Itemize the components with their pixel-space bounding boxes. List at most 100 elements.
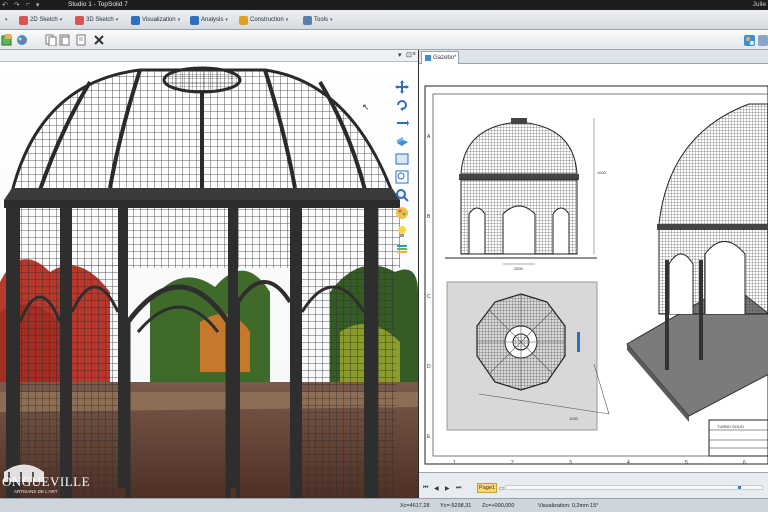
sketch-quick-icon[interactable]: ⌐ xyxy=(26,1,30,9)
drawing-canvas xyxy=(424,85,768,465)
row-label-e: E xyxy=(427,434,431,440)
delete-icon[interactable] xyxy=(92,33,106,47)
add-page-icon[interactable]: ▭ xyxy=(499,485,505,492)
column-label-1: 1 xyxy=(453,460,456,466)
3d-viewport[interactable]: ONGUEVILLE ARTISANS DE L'ART ↖ xyxy=(0,62,418,498)
view-pane-header: ▾ ⊡ × xyxy=(0,50,418,62)
layers-icon[interactable] xyxy=(394,242,410,256)
sketch-2d-icon xyxy=(19,15,28,25)
main-toolbar xyxy=(0,30,768,50)
quick-access-toolbar: ↶ ↷ ⌐ ▾ xyxy=(2,1,39,9)
chevron-down-icon: ▾ xyxy=(285,17,289,23)
chevron-down-icon: ▾ xyxy=(5,17,8,23)
menu-visualization[interactable]: Visualization ▾ xyxy=(128,14,183,26)
scrollbar-thumb[interactable] xyxy=(738,486,741,489)
move-axis-icon[interactable] xyxy=(394,116,410,130)
tools-icon xyxy=(303,15,312,25)
coord-z: Zc=+000,000 xyxy=(482,503,515,509)
menu-label: 3D Sketch xyxy=(86,17,114,23)
drawing-pane: Gazebo* 1000 2500 1000 TURBO SOLID A B C… xyxy=(419,50,768,498)
zoom-window-icon[interactable] xyxy=(394,170,410,184)
pane-pin-icon[interactable]: ⊡ xyxy=(406,51,412,59)
next-page-icon[interactable]: ▶ xyxy=(445,485,450,492)
tab-label: Gazebo* xyxy=(433,55,457,61)
row-label-d: D xyxy=(427,364,431,370)
ribbon-menu-bar: ▾ 2D Sketch ▾ 3D Sketch ▾ Visualization … xyxy=(0,10,768,30)
chevron-down-icon: ▾ xyxy=(330,17,333,23)
dimension-width: 2500 xyxy=(514,266,523,271)
last-page-icon[interactable]: ⏭ xyxy=(456,485,461,492)
dropdown-icon[interactable]: ▾ xyxy=(36,1,40,9)
menu-3d-sketch[interactable]: 3D Sketch ▾ xyxy=(72,14,121,26)
undo-icon[interactable]: ↶ xyxy=(2,1,8,9)
menu-label: Construction xyxy=(250,17,284,23)
menu-label: Tools xyxy=(314,17,329,23)
page-tab[interactable]: Page1 xyxy=(477,483,497,493)
status-bar: Xc=4617,28 Yc=-5298,31 Zc=+000,000 Visua… xyxy=(0,498,768,512)
copy-icon[interactable] xyxy=(44,33,58,47)
column-label-4: 4 xyxy=(627,460,630,466)
column-label-6: 6 xyxy=(743,460,746,466)
view-tools xyxy=(392,80,412,256)
document-tabs: Gazebo* xyxy=(419,50,768,64)
page-navigation: ⏮ ◀ ▶ ⏭ Page1 ▭ xyxy=(419,472,768,498)
pane-close-icon[interactable]: × xyxy=(412,51,416,58)
view-3d-icon[interactable] xyxy=(394,134,410,148)
mouse-cursor: ↖ xyxy=(362,102,370,112)
row-label-b: B xyxy=(427,214,431,220)
lighting-icon[interactable] xyxy=(394,224,410,238)
row-label-a: A xyxy=(427,134,431,140)
chevron-down-icon: ▾ xyxy=(59,17,63,23)
window-title: Studio 1 - TopSolid 7 xyxy=(68,1,128,8)
column-label-2: 2 xyxy=(511,460,514,466)
drawing-sheet[interactable]: 1000 2500 1000 TURBO SOLID A B C D E 1 2… xyxy=(419,64,768,472)
menu-analysis[interactable]: Analysis ▾ xyxy=(187,14,231,26)
dimension-plan: 1000 xyxy=(569,416,578,421)
construction-icon xyxy=(239,15,248,25)
menu-label: Visualization xyxy=(142,17,176,23)
render-palette-icon[interactable] xyxy=(394,206,410,220)
chevron-down-icon: ▾ xyxy=(177,17,181,23)
coord-y: Yc=-5298,31 xyxy=(440,503,472,509)
new-part-icon[interactable] xyxy=(0,33,14,47)
chevron-down-icon: ▾ xyxy=(225,17,228,23)
menu-file[interactable]: ▾ xyxy=(2,14,11,26)
title-block-company: TURBO SOLID xyxy=(717,424,745,429)
sketch-3d-icon xyxy=(75,15,84,25)
menu-label: 2D Sketch xyxy=(30,17,58,23)
menu-construction[interactable]: Construction ▾ xyxy=(236,14,291,26)
row-label-c: C xyxy=(427,294,431,300)
drawing-icon xyxy=(425,55,431,61)
first-page-icon[interactable]: ⏮ xyxy=(423,485,428,492)
menu-2d-sketch[interactable]: 2D Sketch ▾ xyxy=(16,14,65,26)
visualization-status: Visualization: 0,2mm 15° xyxy=(538,503,599,509)
3d-view-pane: ▾ ⊡ × ONGUEVILLE ARTISANS DE L'ART ↖ xyxy=(0,50,418,498)
previous-page-icon[interactable]: ◀ xyxy=(434,485,439,492)
view-front-icon[interactable] xyxy=(394,152,410,166)
color-palette-icon[interactable] xyxy=(15,33,29,47)
document-icon[interactable] xyxy=(74,33,88,47)
user-name[interactable]: Julie xyxy=(753,1,766,8)
column-label-3: 3 xyxy=(569,460,572,466)
pan-icon[interactable] xyxy=(394,80,410,94)
paste-icon[interactable] xyxy=(58,33,72,47)
tab-gazebo[interactable]: Gazebo* xyxy=(421,51,459,64)
pane-menu-icon[interactable]: ▾ xyxy=(398,51,402,59)
watermark-tagline: ARTISANS DE L'ART xyxy=(14,489,58,494)
share-icon[interactable] xyxy=(742,33,756,47)
analysis-icon xyxy=(190,15,199,25)
watermark-brand: ONGUEVILLE xyxy=(2,474,91,489)
menu-label: Analysis xyxy=(201,17,224,23)
zoom-icon[interactable] xyxy=(394,188,410,202)
redo-icon[interactable]: ↷ xyxy=(14,1,20,9)
rotate-icon[interactable] xyxy=(394,98,410,112)
menu-tools[interactable]: Tools ▾ xyxy=(300,14,336,26)
horizontal-scrollbar[interactable] xyxy=(505,485,763,490)
column-label-5: 5 xyxy=(685,460,688,466)
coord-x: Xc=4617,28 xyxy=(400,503,430,509)
chevron-down-icon: ▾ xyxy=(115,17,119,23)
dimension-height: 1000 xyxy=(597,170,606,175)
gazebo-render xyxy=(0,62,418,498)
title-bar: ↶ ↷ ⌐ ▾ Studio 1 - TopSolid 7 Julie xyxy=(0,0,768,10)
settings-icon[interactable] xyxy=(756,33,768,47)
